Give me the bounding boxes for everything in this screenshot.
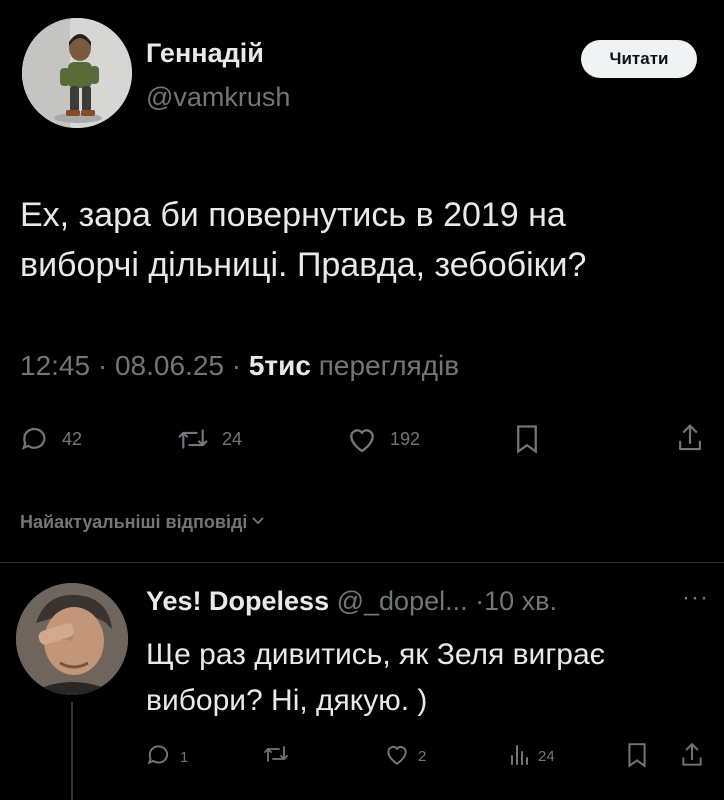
reply-icon bbox=[146, 742, 172, 772]
like-count: 192 bbox=[390, 428, 421, 449]
reply-reply-action[interactable]: 1 bbox=[146, 742, 188, 772]
reply-reply-count: 1 bbox=[180, 748, 189, 766]
reply-author-handle[interactable]: @_dopel... bbox=[337, 586, 468, 616]
bookmark-button[interactable] bbox=[514, 424, 540, 454]
bookmark-icon bbox=[626, 742, 648, 772]
meta-separator: · bbox=[97, 350, 115, 381]
reply-count: 42 bbox=[62, 428, 83, 449]
tweet-text-line: виборчі дільниці. Правда, зебобіки? bbox=[20, 246, 587, 284]
reply-like-count: 2 bbox=[418, 747, 427, 765]
chevron-down-icon bbox=[251, 512, 265, 533]
share-button[interactable] bbox=[676, 422, 704, 454]
tweet-text-line: Ех, зара би повернутись в 2019 на bbox=[20, 196, 566, 234]
author-name[interactable]: Геннадій bbox=[146, 38, 264, 69]
reply-text: Ще раз дивитись, як Зеля виграє вибори? … bbox=[146, 632, 716, 724]
meta-separator: · bbox=[475, 586, 485, 616]
author-handle[interactable]: @vamkrush bbox=[146, 82, 290, 113]
reply-header: Yes! Dopeless @_dopel... ·10 хв. bbox=[146, 586, 557, 617]
tweet-meta: 12:45 · 08.06.25 · 5тис переглядів bbox=[20, 350, 459, 382]
divider bbox=[0, 562, 724, 563]
follow-button[interactable]: Читати bbox=[581, 40, 697, 78]
like-action[interactable]: 192 bbox=[346, 424, 420, 454]
author-avatar[interactable] bbox=[22, 18, 132, 128]
reply-text-line: вибори? Ні, дякую. ) bbox=[146, 684, 428, 717]
meta-separator: · bbox=[231, 350, 249, 381]
like-icon bbox=[346, 424, 378, 454]
repost-icon bbox=[176, 424, 210, 454]
bookmark-icon bbox=[514, 424, 540, 454]
views-label: переглядів bbox=[318, 350, 460, 381]
reply-views-action[interactable]: 24 bbox=[508, 742, 555, 770]
tweet-text: Ех, зара би повернутись в 2019 на виборч… bbox=[20, 190, 710, 290]
reply-avatar[interactable] bbox=[16, 583, 128, 695]
reply-share-button[interactable] bbox=[680, 741, 704, 773]
reply-views-count: 24 bbox=[538, 747, 555, 765]
replies-sort-toggle[interactable]: Найактуальніші відповіді bbox=[20, 512, 265, 533]
reply-bookmark-button[interactable] bbox=[626, 742, 648, 772]
tweet-time[interactable]: 12:45 bbox=[20, 350, 90, 381]
reply-text-line: Ще раз дивитись, як Зеля виграє bbox=[146, 638, 605, 671]
thread-line bbox=[71, 702, 73, 800]
share-icon bbox=[680, 741, 704, 773]
reply-icon bbox=[20, 424, 50, 454]
views-icon bbox=[508, 742, 530, 770]
reply-repost-action[interactable] bbox=[262, 742, 290, 770]
reply-time[interactable]: 10 хв. bbox=[484, 586, 557, 616]
replies-sort-label: Найактуальніші відповіді bbox=[20, 512, 248, 532]
repost-action[interactable]: 24 bbox=[176, 424, 242, 454]
reply-author-name[interactable]: Yes! Dopeless bbox=[146, 586, 329, 616]
tweet-date[interactable]: 08.06.25 bbox=[115, 350, 224, 381]
views-count: 5тис bbox=[248, 350, 311, 381]
more-icon[interactable]: ··· bbox=[682, 584, 709, 612]
share-icon bbox=[676, 422, 704, 454]
like-icon bbox=[384, 742, 410, 770]
repost-icon bbox=[262, 742, 290, 770]
reply-like-action[interactable]: 2 bbox=[384, 742, 426, 770]
repost-count: 24 bbox=[222, 428, 243, 449]
reply-action[interactable]: 42 bbox=[20, 424, 82, 454]
